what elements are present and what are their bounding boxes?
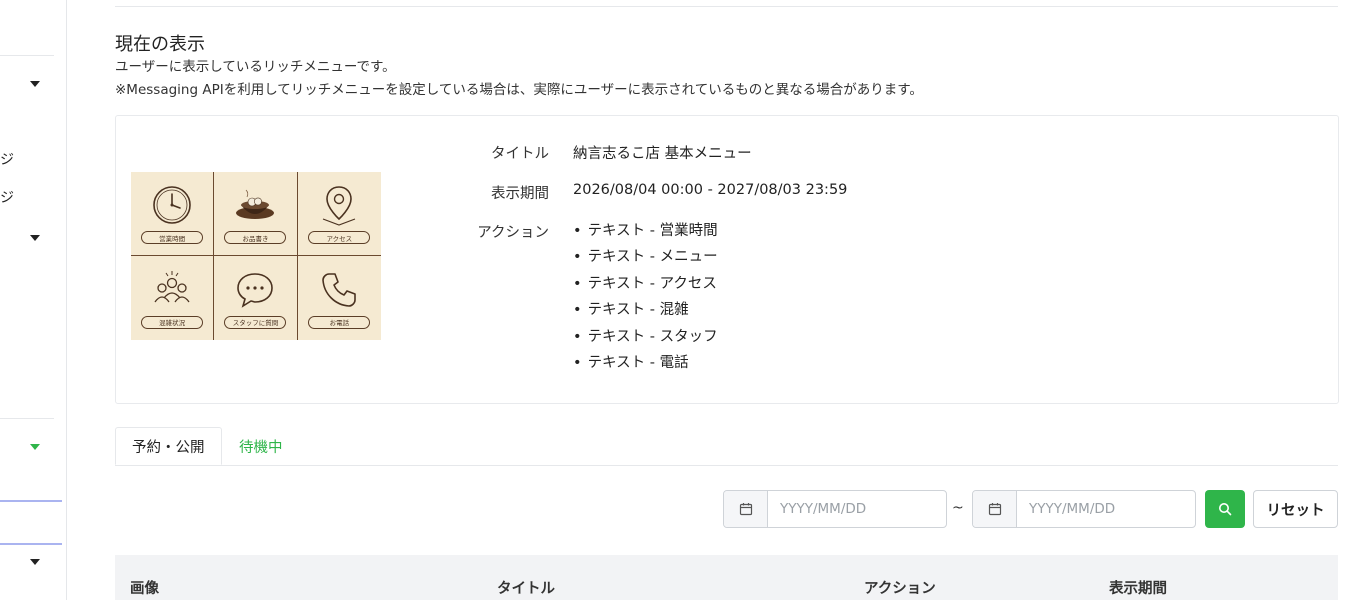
richmenu-title-label: タイトル [491, 146, 549, 162]
sidebar-active-indicator [0, 543, 62, 545]
start-date-input[interactable] [768, 491, 946, 527]
section-description: ユーザーに表示しているリッチメニューです。 [115, 59, 396, 75]
top-divider [115, 6, 1338, 7]
start-date-field [723, 490, 947, 528]
list-item: テキスト - 電話 [573, 353, 718, 379]
richmenu-cell-label: スタッフに質問 [224, 315, 287, 329]
search-button[interactable] [1205, 490, 1245, 528]
richmenu-actions-label: アクション [477, 225, 549, 241]
richmenu-period-value: 2026/08/04 00:00 - 2027/08/03 23:59 [573, 182, 848, 198]
sidebar-divider [0, 418, 54, 419]
richmenu-title-value: 納言志るこ店 基本メニュー [573, 146, 752, 162]
column-header-title[interactable]: タイトル [497, 577, 555, 598]
richmenu-image: 営業時間 お品書き アクセス 混雑状況 スタッフに質問 お電話 [131, 172, 381, 340]
richmenu-cell-label: 営業時間 [141, 231, 204, 244]
people-icon [154, 270, 190, 302]
sidebar-divider [0, 55, 54, 56]
search-icon [1219, 503, 1232, 516]
section-title: 現在の表示 [115, 34, 205, 55]
reset-button[interactable]: リセット [1253, 490, 1338, 528]
richmenu-cell: お電話 [298, 256, 381, 340]
list-item: テキスト - メニュー [573, 247, 718, 273]
column-header-image[interactable]: 画像 [130, 577, 159, 598]
calendar-icon[interactable] [973, 491, 1017, 527]
list-item: テキスト - 混雑 [573, 300, 718, 326]
section-note: ※Messaging APIを利用してリッチメニューを設定している場合は、実際に… [115, 82, 923, 98]
column-header-period[interactable]: 表示期間 [1109, 577, 1167, 598]
list-item: テキスト - スタッフ [573, 327, 718, 353]
status-tabs: 予約・公開 待機中 [115, 427, 1338, 466]
richmenu-cell: お品書き [214, 172, 298, 256]
table-header: 画像 タイトル アクション 表示期間 [115, 555, 1338, 600]
sidebar-active-indicator [0, 500, 62, 502]
richmenu-cell: アクセス [297, 172, 381, 256]
tab-scheduled-published[interactable]: 予約・公開 [115, 427, 222, 465]
richmenu-cell: 混雑状況 [131, 256, 215, 340]
richmenu-cell-label: アクセス [308, 231, 371, 244]
calendar-icon[interactable] [724, 491, 768, 527]
richmenu-cell-label: 混雑状況 [141, 315, 204, 329]
end-date-field [972, 490, 1196, 528]
list-item: テキスト - 営業時間 [573, 221, 718, 247]
tab-waiting[interactable]: 待機中 [223, 427, 299, 465]
date-range-separator: ~ [952, 500, 964, 516]
clock-icon [153, 186, 191, 224]
column-header-action[interactable]: アクション [864, 577, 936, 598]
richmenu-cell-label: お電話 [308, 315, 371, 329]
list-item: テキスト - アクセス [573, 274, 718, 300]
current-richmenu-card: 営業時間 お品書き アクセス 混雑状況 スタッフに質問 お電話 タイトル 納言志… [115, 115, 1339, 404]
end-date-input[interactable] [1017, 491, 1195, 527]
chevron-down-icon[interactable] [30, 81, 40, 87]
map-pin-icon [323, 186, 356, 226]
richmenu-cell: 営業時間 [131, 172, 215, 256]
sidebar-item-label[interactable]: ジ [0, 187, 14, 207]
sidebar: ジ ジ [0, 0, 67, 600]
richmenu-cell-label: お品書き [224, 231, 287, 244]
chevron-down-icon[interactable] [30, 235, 40, 241]
phone-icon [322, 272, 357, 307]
richmenu-action-list: テキスト - 営業時間 テキスト - メニュー テキスト - アクセス テキスト… [573, 221, 718, 379]
richmenu-period-label: 表示期間 [491, 186, 549, 202]
food-bowl-icon [236, 189, 275, 219]
chevron-down-icon[interactable] [30, 559, 40, 565]
chat-bubble-icon [237, 272, 274, 308]
chevron-down-icon[interactable] [30, 444, 40, 450]
sidebar-item-label[interactable]: ジ [0, 149, 14, 169]
richmenu-cell: スタッフに質問 [214, 256, 298, 340]
